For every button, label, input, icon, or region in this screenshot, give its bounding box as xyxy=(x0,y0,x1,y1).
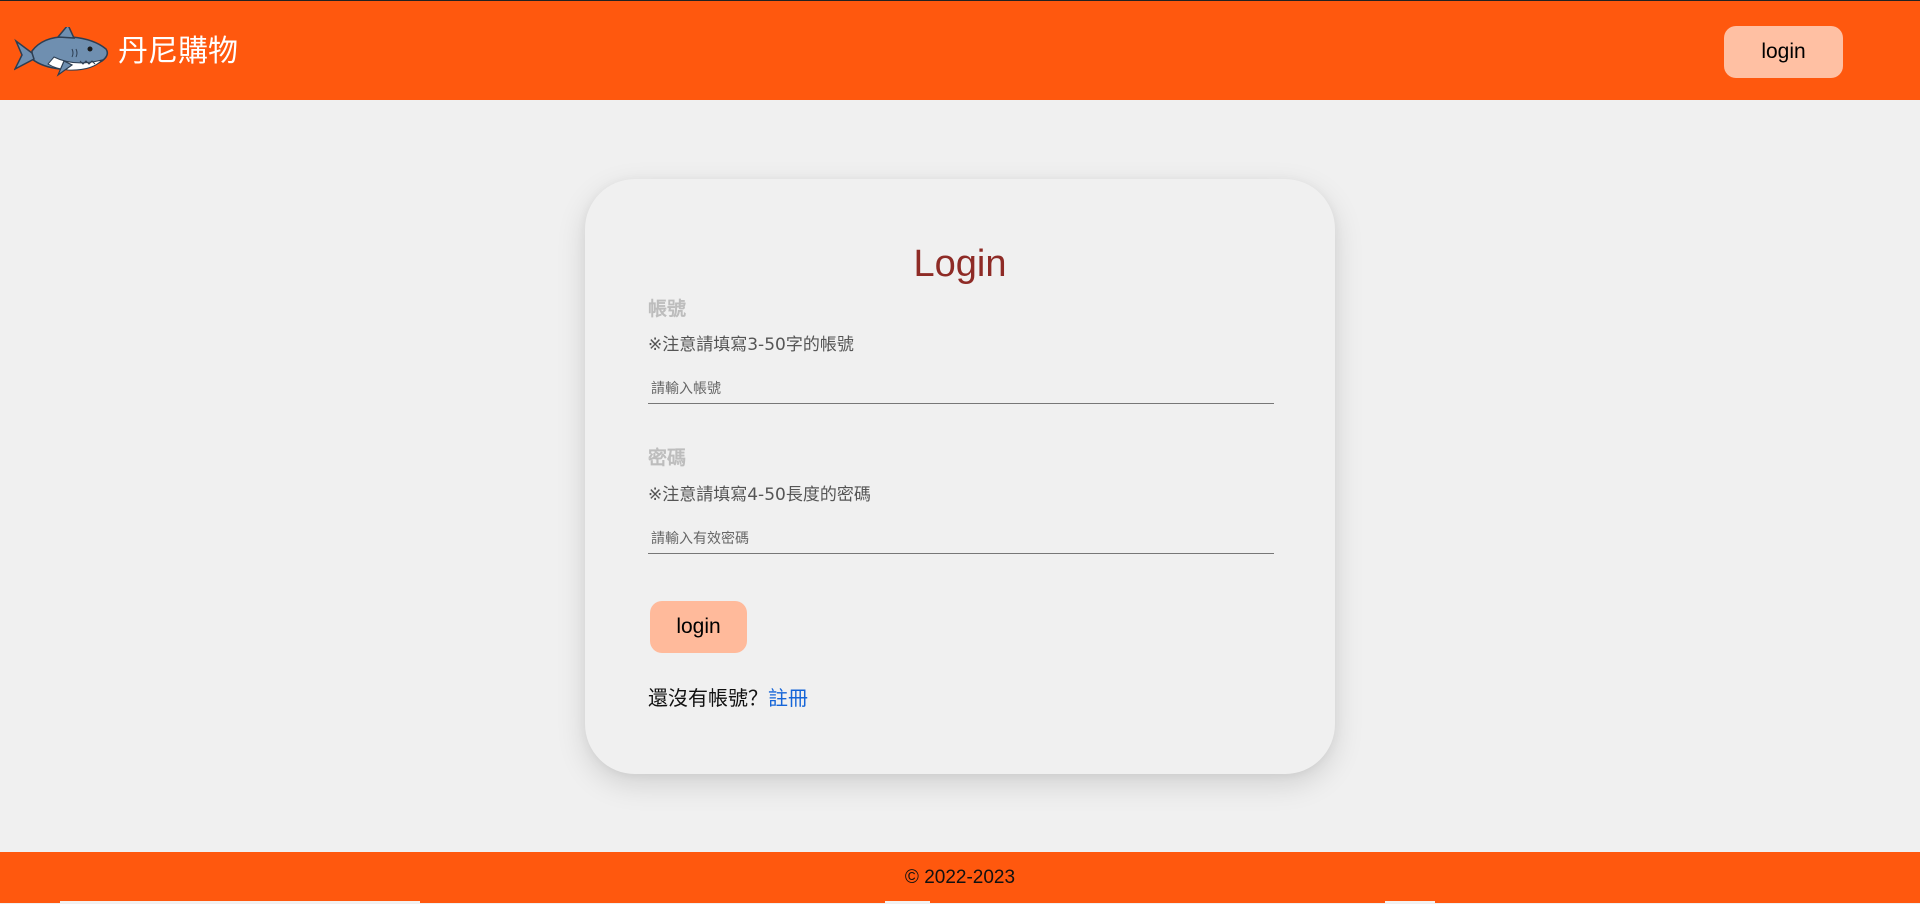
header-login-button[interactable]: login xyxy=(1724,26,1843,78)
register-prompt-line: 還沒有帳號？註冊 xyxy=(648,684,808,712)
account-note: ※注意請填寫3-50字的帳號 xyxy=(648,335,854,355)
password-input[interactable] xyxy=(648,524,1274,554)
copyright-text: © 2022-2023 xyxy=(904,867,1016,888)
shark-logo-icon xyxy=(14,27,109,77)
register-prompt: 還沒有帳號？ xyxy=(648,686,768,710)
password-label: 密碼 xyxy=(648,447,687,469)
account-label: 帳號 xyxy=(648,298,687,320)
page-title: Login xyxy=(913,243,1007,285)
brand[interactable]: 丹尼購物 xyxy=(14,27,238,77)
brand-name: 丹尼購物 xyxy=(118,34,238,69)
register-link[interactable]: 註冊 xyxy=(768,686,808,710)
top-nav-bar: 丹尼購物 login xyxy=(0,0,1920,100)
account-input[interactable] xyxy=(648,374,1274,404)
footer: © 2022-2023 xyxy=(0,852,1920,903)
login-submit-button[interactable]: login xyxy=(650,601,747,653)
password-note: ※注意請填寫4-50長度的密碼 xyxy=(648,485,871,505)
login-card: Login 帳號 ※注意請填寫3-50字的帳號 密碼 ※注意請填寫4-50長度的… xyxy=(585,179,1335,774)
